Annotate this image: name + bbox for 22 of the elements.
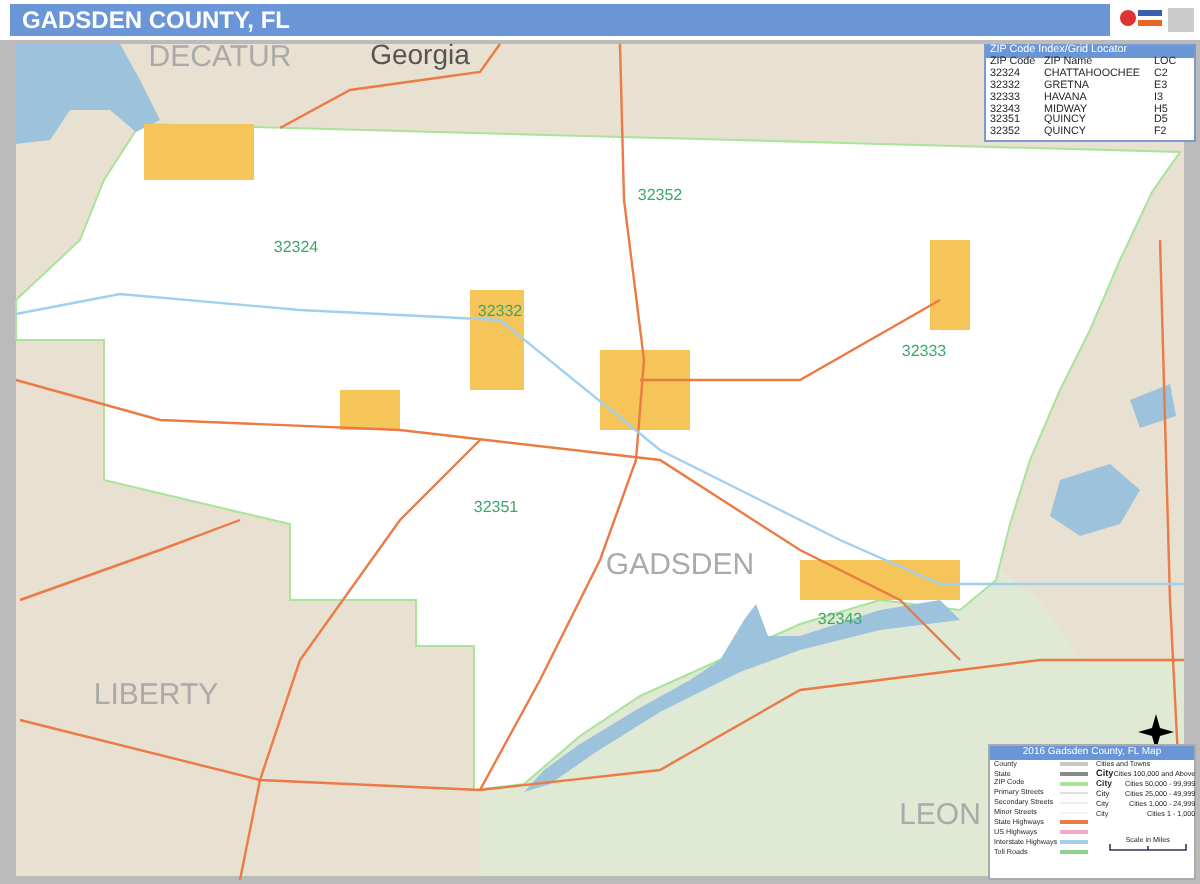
town-area	[930, 240, 970, 330]
zip-code-label: 32352	[637, 186, 683, 204]
zip-code-label: 32332	[477, 302, 523, 320]
logo-drawing	[1116, 4, 1196, 36]
zip-code-label: 32343	[817, 610, 863, 628]
county-label: LIBERTY	[93, 678, 219, 712]
compass-rose-icon	[1138, 714, 1174, 750]
county-label: DECATUR	[148, 40, 292, 74]
state-label: Georgia	[370, 40, 470, 70]
zip-code-label: 32324	[273, 238, 319, 256]
lake	[1050, 464, 1140, 536]
zip-code-label: 32333	[901, 342, 947, 360]
county-label: LEON	[899, 798, 981, 832]
town-area	[600, 350, 690, 430]
county-label: GADSDEN	[605, 548, 755, 582]
town-area	[340, 390, 400, 430]
scale-bar	[1107, 844, 1188, 853]
zip-code-label: 32351	[473, 498, 519, 516]
town-area	[144, 124, 254, 180]
map-title: GADSDEN COUNTY, FL	[10, 4, 1110, 36]
lake	[1130, 384, 1176, 428]
town-area	[470, 290, 524, 390]
